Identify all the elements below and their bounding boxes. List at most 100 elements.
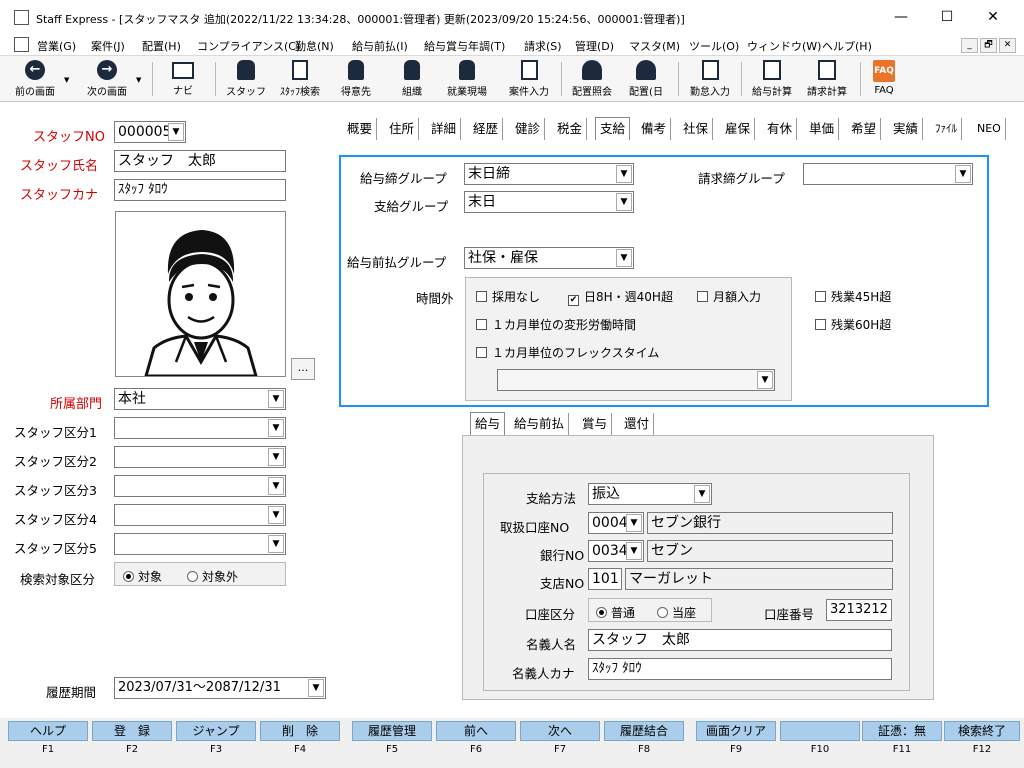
- menu-payroll[interactable]: 給与賞与年調(T): [424, 38, 505, 54]
- staff-kubun1-select[interactable]: ▼: [114, 417, 286, 439]
- staff-button[interactable]: スタッフ: [222, 58, 270, 100]
- tab-unit-price[interactable]: 単価: [805, 118, 840, 140]
- pay-method-select[interactable]: 振込 ▼: [588, 483, 712, 505]
- advance-group-select[interactable]: 社保・雇保 ▼: [464, 247, 634, 269]
- flex-select[interactable]: ▼: [497, 369, 775, 391]
- organization-button[interactable]: 組織: [388, 58, 436, 100]
- placement-inquiry-button[interactable]: 配置照会: [566, 58, 618, 100]
- payroll-button[interactable]: 給与計算: [746, 58, 798, 100]
- jump-button[interactable]: ジャンプ: [176, 721, 256, 741]
- tab-neo[interactable]: NEO: [973, 118, 1006, 140]
- attendance-button[interactable]: 勤怠入力: [684, 58, 736, 100]
- overtime-flex-checkbox[interactable]: １カ月単位のフレックスタイム: [476, 344, 659, 361]
- billing-button[interactable]: 請求計算: [800, 58, 854, 100]
- job-entry-button[interactable]: 案件入力: [502, 58, 556, 100]
- tab-results[interactable]: 実績: [889, 118, 924, 140]
- photo-browse-button[interactable]: ...: [291, 358, 315, 380]
- tab-checkup[interactable]: 健診: [511, 118, 546, 140]
- menu-master[interactable]: マスタ(M): [629, 38, 680, 54]
- exit-search-button[interactable]: 検索終了: [944, 721, 1020, 741]
- account-office-select[interactable]: 0004 ▼: [588, 512, 644, 534]
- tab-history[interactable]: 経歴: [469, 118, 504, 140]
- account-type-normal-radio[interactable]: 普通: [596, 604, 635, 621]
- help-button[interactable]: ヘルプ: [8, 721, 88, 741]
- close-button[interactable]: ✕: [970, 2, 1016, 32]
- overtime-60h-checkbox[interactable]: 残業60H超: [815, 316, 891, 333]
- tab-detail[interactable]: 詳細: [427, 118, 462, 140]
- tab-notes[interactable]: 備考: [637, 118, 672, 140]
- staff-no-select[interactable]: 000005 ▼: [114, 121, 186, 143]
- tab-paid-leave[interactable]: 有休: [763, 118, 798, 140]
- subtab-advance[interactable]: 給与前払: [510, 413, 570, 435]
- subtab-refund[interactable]: 還付: [620, 413, 655, 435]
- menu-jobs[interactable]: 案件(J): [91, 38, 125, 54]
- menu-compliance[interactable]: コンプライアンス(C): [197, 38, 300, 54]
- clear-screen-button[interactable]: 画面クリア: [696, 721, 776, 741]
- menu-billing[interactable]: 請求(S): [524, 38, 562, 54]
- back-button[interactable]: ← 前の画面: [6, 58, 64, 100]
- search-target-on-radio[interactable]: 対象: [123, 568, 162, 585]
- history-manage-button[interactable]: 履歴管理: [352, 721, 432, 741]
- history-merge-button[interactable]: 履歴結合: [604, 721, 684, 741]
- bill-group-select[interactable]: ▼: [803, 163, 973, 185]
- mdi-minimize-button[interactable]: _: [961, 38, 978, 53]
- close-group-select[interactable]: 末日締 ▼: [464, 163, 634, 185]
- f10-button[interactable]: [780, 721, 860, 741]
- tab-social-insurance[interactable]: 社保: [679, 118, 714, 140]
- tab-payment[interactable]: 支給: [595, 117, 631, 140]
- mdi-close-button[interactable]: ✕: [999, 38, 1016, 53]
- pay-group-select[interactable]: 末日 ▼: [464, 191, 634, 213]
- maximize-button[interactable]: ☐: [924, 2, 970, 32]
- mdi-restore-button[interactable]: 🗗: [980, 38, 997, 53]
- account-no-field[interactable]: 3213212: [826, 599, 892, 621]
- placement-day-button[interactable]: 配置(日: [622, 58, 670, 100]
- menu-help[interactable]: ヘルプ(H): [822, 38, 872, 54]
- menu-window[interactable]: ウィンドウ(W): [747, 38, 821, 54]
- staff-kubun2-select[interactable]: ▼: [114, 446, 286, 468]
- faq-button[interactable]: FAQ FAQ: [866, 58, 902, 100]
- worksite-button[interactable]: 就業現場: [440, 58, 494, 100]
- tab-tax[interactable]: 税金: [553, 118, 588, 140]
- holder-name-field[interactable]: スタッフ 太郎: [588, 629, 892, 651]
- client-button[interactable]: 得意先: [332, 58, 380, 100]
- staff-kana-field[interactable]: ｽﾀｯﾌ ﾀﾛｳ: [114, 179, 286, 201]
- overtime-monthly-checkbox[interactable]: 月額入力: [697, 288, 761, 305]
- menu-tools[interactable]: ツール(O): [689, 38, 739, 54]
- menu-advance[interactable]: 給与前払(I): [352, 38, 408, 54]
- staff-kubun5-select[interactable]: ▼: [114, 533, 286, 555]
- account-type-current-radio[interactable]: 当座: [657, 604, 696, 621]
- staff-name-field[interactable]: スタッフ 太郎: [114, 150, 286, 172]
- branch-no-field[interactable]: 101: [588, 568, 622, 590]
- tab-file[interactable]: ﾌｧｲﾙ: [931, 118, 962, 140]
- bank-no-select[interactable]: 0034 ▼: [588, 540, 644, 562]
- subtab-bonus[interactable]: 賞与: [578, 413, 613, 435]
- overtime-8h-checkbox[interactable]: ✔ 日8H・週40H超: [568, 288, 673, 306]
- overtime-45h-checkbox[interactable]: 残業45H超: [815, 288, 891, 305]
- menu-admin[interactable]: 管理(D): [575, 38, 614, 54]
- dept-select[interactable]: 本社 ▼: [114, 388, 286, 410]
- staff-search-button[interactable]: ｽﾀｯﾌ検索: [272, 58, 328, 100]
- tab-employment-insurance[interactable]: 雇保: [721, 118, 756, 140]
- tab-preference[interactable]: 希望: [847, 118, 882, 140]
- staff-kubun4-select[interactable]: ▼: [114, 504, 286, 526]
- subtab-salary[interactable]: 給与: [470, 412, 506, 435]
- delete-button[interactable]: 削 除: [260, 721, 340, 741]
- minimize-button[interactable]: —: [878, 2, 924, 32]
- back-dropdown-icon[interactable]: ▼: [64, 76, 69, 84]
- menu-attendance[interactable]: 勤怠(N): [295, 38, 334, 54]
- search-target-off-radio[interactable]: 対象外: [187, 568, 238, 585]
- holder-kana-field[interactable]: ｽﾀｯﾌ ﾀﾛｳ: [588, 658, 892, 680]
- next-button[interactable]: 次へ: [520, 721, 600, 741]
- voucher-button[interactable]: 証憑：無: [862, 721, 942, 741]
- period-select[interactable]: 2023/07/31～2087/12/31 ▼: [114, 677, 326, 699]
- forward-button[interactable]: → 次の画面: [78, 58, 136, 100]
- tab-overview[interactable]: 概要: [343, 118, 378, 140]
- navi-button[interactable]: ナビ: [160, 58, 206, 100]
- register-button[interactable]: 登 録: [92, 721, 172, 741]
- overtime-none-checkbox[interactable]: 採用なし: [476, 288, 540, 305]
- overtime-variable-checkbox[interactable]: １カ月単位の変形労働時間: [476, 316, 636, 333]
- tab-address[interactable]: 住所: [385, 118, 420, 140]
- menu-sales[interactable]: 営業(G): [37, 38, 76, 54]
- menu-placement[interactable]: 配置(H): [142, 38, 181, 54]
- forward-dropdown-icon[interactable]: ▼: [136, 76, 141, 84]
